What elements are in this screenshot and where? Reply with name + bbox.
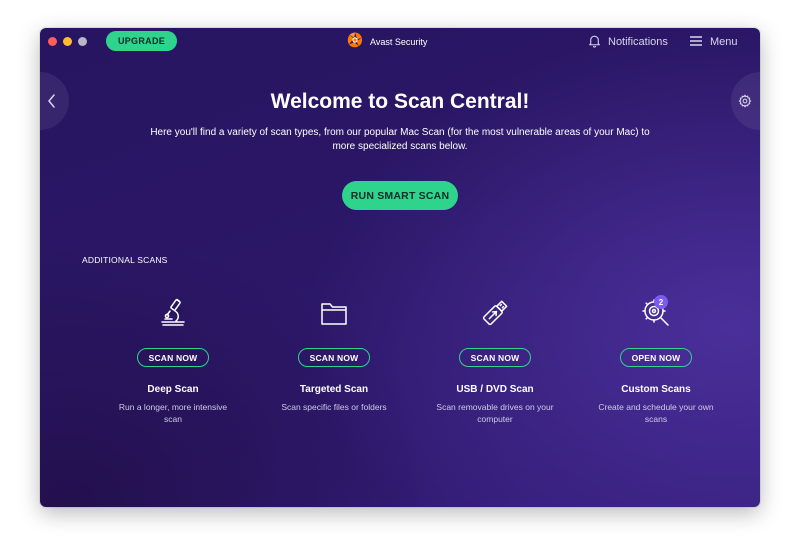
usb-dvd-scan-button[interactable]: SCAN NOW <box>459 348 531 367</box>
usb-dvd-scan-description: Scan removable drives on your computer <box>436 402 554 424</box>
custom-scans-count-badge: 2 <box>654 295 668 309</box>
minimize-window-button[interactable] <box>63 37 72 46</box>
custom-scans-title: Custom Scans <box>621 384 691 395</box>
menu-label: Menu <box>710 36 738 48</box>
folder-icon <box>317 296 351 330</box>
deep-scan-button[interactable]: SCAN NOW <box>137 348 209 367</box>
additional-scans-heading: ADDITIONAL SCANS <box>82 255 168 265</box>
notifications-label: Notifications <box>608 36 668 48</box>
deep-scan-title: Deep Scan <box>147 384 199 395</box>
run-smart-scan-button[interactable]: RUN SMART SCAN <box>342 181 458 210</box>
microscope-icon <box>156 296 190 330</box>
page-title: Welcome to Scan Central! <box>270 90 530 113</box>
menu-button[interactable]: Menu <box>690 33 738 51</box>
usb-dvd-scan-title: USB / DVD Scan <box>456 384 534 395</box>
app-title: Avast Security <box>370 37 428 47</box>
custom-scans-button[interactable]: OPEN NOW <box>620 348 692 367</box>
notifications-button[interactable]: Notifications <box>588 33 668 51</box>
close-window-button[interactable] <box>48 37 57 46</box>
zoom-window-button[interactable] <box>78 37 87 46</box>
page-subtitle: Here you'll find a variety of scan types… <box>150 127 650 152</box>
upgrade-button[interactable]: UPGRADE <box>106 31 177 51</box>
deep-scan-description: Run a longer, more intensive scan <box>118 402 228 424</box>
avast-logo-icon <box>346 31 364 54</box>
app-brand: Avast Security <box>346 32 427 52</box>
hamburger-icon <box>690 35 702 49</box>
custom-scans-description: Create and schedule your own scans <box>598 402 714 424</box>
targeted-scan-button[interactable]: SCAN NOW <box>298 348 370 367</box>
targeted-scan-description: Scan specific files or folders <box>281 402 387 412</box>
usb-drive-icon <box>478 296 512 330</box>
title-bar: UPGRADE Avast Security Notifications Men… <box>40 28 760 56</box>
app-window: UPGRADE Avast Security Notifications Men… <box>40 28 760 507</box>
bell-icon <box>588 34 601 51</box>
targeted-scan-title: Targeted Scan <box>299 384 369 395</box>
